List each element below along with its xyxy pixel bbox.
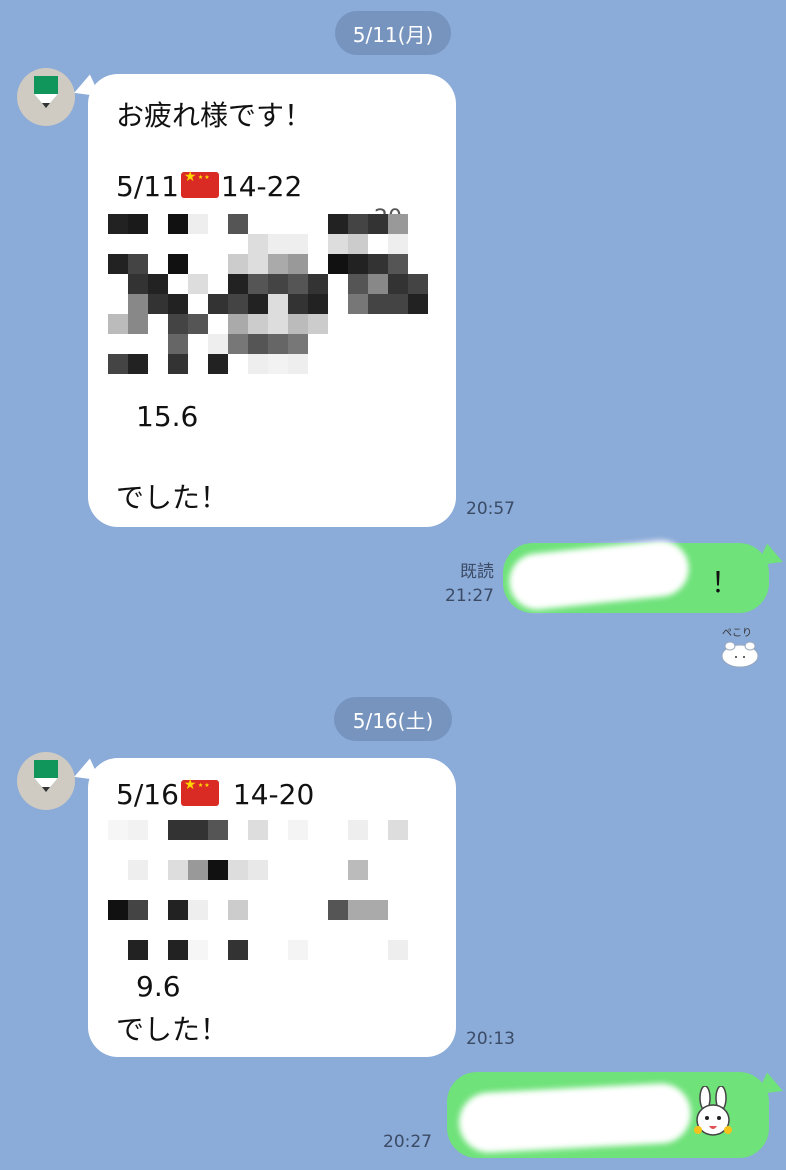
read-label: 既読 xyxy=(460,562,494,582)
shift-hours: 14-22 xyxy=(220,170,303,203)
date-label: 5/11(月) xyxy=(352,22,434,47)
message-value: 15.6 xyxy=(136,400,199,433)
message-closing: でした！ xyxy=(116,1013,229,1046)
bowing-bunny-sticker[interactable]: ぺこり xyxy=(718,624,762,670)
read-receipt: 既読 21:27 xyxy=(430,560,494,608)
date-label: 5/16(土) xyxy=(352,708,434,733)
cony-rabbit-emoji xyxy=(694,1086,732,1136)
message-value: 9.6 xyxy=(136,970,181,1003)
message-shift-line: 5/16 14-20 xyxy=(116,777,315,811)
hidden-message-scribble xyxy=(457,1081,693,1155)
message-timestamp: 20:57 xyxy=(466,499,515,519)
reply-timestamp: 20:27 xyxy=(383,1132,432,1152)
contact-avatar[interactable] xyxy=(17,752,75,810)
bunny-icon xyxy=(721,641,759,668)
hidden-message-scribble xyxy=(506,537,692,613)
contact-avatar[interactable] xyxy=(17,68,75,126)
pencil-logo-icon xyxy=(34,760,58,792)
message-closing: でした！ xyxy=(116,481,229,514)
shift-date: 5/11 xyxy=(116,170,179,203)
outgoing-message[interactable]: ！ xyxy=(503,537,769,613)
date-separator: 5/16(土) xyxy=(334,697,452,741)
message-tail-text: ！ xyxy=(711,566,740,599)
china-flag-icon xyxy=(180,169,219,198)
china-flag-icon xyxy=(180,777,219,806)
message-shift-line: 5/11 14-22 xyxy=(116,169,303,203)
shift-hours: 14-20 xyxy=(232,778,315,811)
message-timestamp: 20:13 xyxy=(466,1029,515,1049)
outgoing-message[interactable] xyxy=(447,1072,769,1158)
shift-date: 5/16 xyxy=(116,778,179,811)
incoming-message[interactable]: お疲れ様です！ 5/1114-22 20 15.6 でした！ xyxy=(88,74,456,527)
date-separator: 5/11(月) xyxy=(335,11,451,55)
message-greeting: お疲れ様です！ xyxy=(116,99,313,132)
incoming-message[interactable]: 5/16 14-20 9.6 でした！ xyxy=(88,758,456,1057)
pencil-logo-icon xyxy=(34,76,58,108)
reply-timestamp: 21:27 xyxy=(445,586,494,606)
